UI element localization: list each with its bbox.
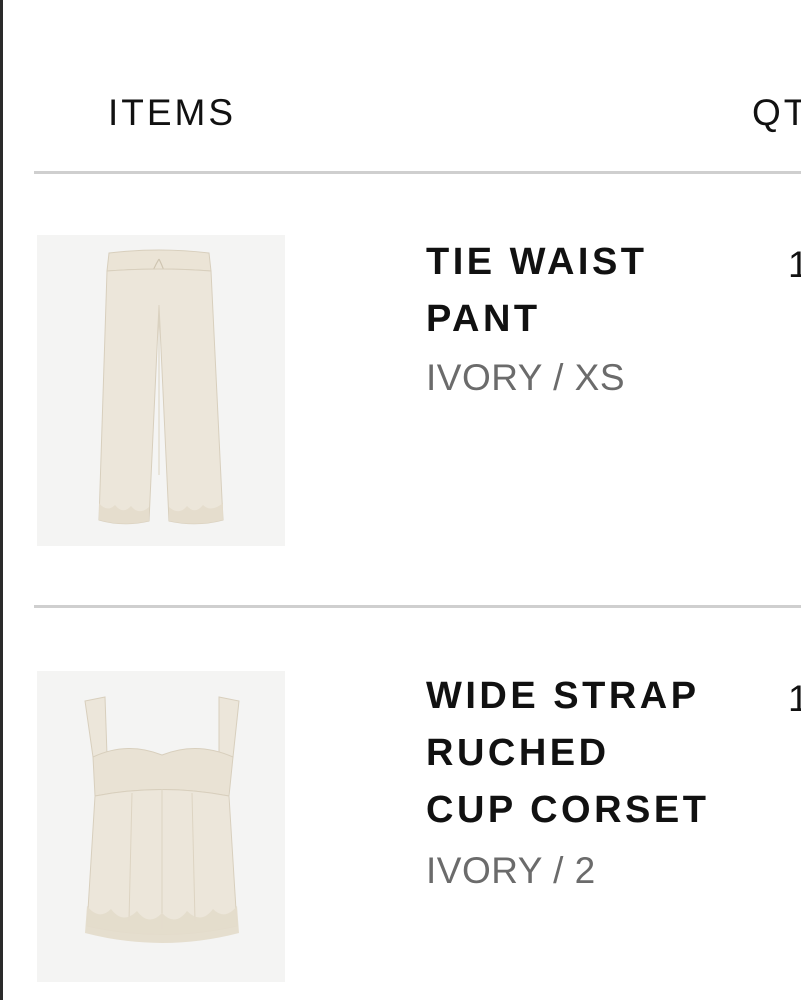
product-variant: IVORY / 2 bbox=[426, 850, 596, 891]
product-image-pant[interactable] bbox=[37, 235, 285, 546]
product-name-line-2: PANT bbox=[426, 298, 541, 340]
cart-item: TIE WAIST PANT IVORY / XS 1 bbox=[0, 172, 801, 605]
cart-table-header: ITEMS QT bbox=[0, 0, 801, 172]
product-name[interactable]: TIE WAIST PANT bbox=[426, 234, 766, 348]
product-name-line-2: RUCHED bbox=[426, 732, 610, 774]
product-name[interactable]: WIDE STRAP RUCHED CUP CORSET bbox=[426, 668, 766, 839]
qty-column-header: QT bbox=[752, 92, 801, 133]
product-variant: IVORY / XS bbox=[426, 357, 625, 398]
items-column-header: ITEMS bbox=[108, 92, 237, 133]
product-quantity: 1 bbox=[788, 678, 801, 719]
product-image-corset[interactable] bbox=[37, 671, 285, 982]
product-name-line-1: WIDE STRAP bbox=[426, 675, 700, 717]
product-name-line-1: TIE WAIST bbox=[426, 241, 648, 283]
product-quantity: 1 bbox=[788, 244, 801, 285]
cart-item: WIDE STRAP RUCHED CUP CORSET IVORY / 2 1 bbox=[0, 608, 801, 1000]
cart-page: ITEMS QT TIE WAIST PANT IVORY / XS 1 WID… bbox=[0, 0, 801, 1000]
product-name-line-3: CUP CORSET bbox=[426, 789, 710, 831]
